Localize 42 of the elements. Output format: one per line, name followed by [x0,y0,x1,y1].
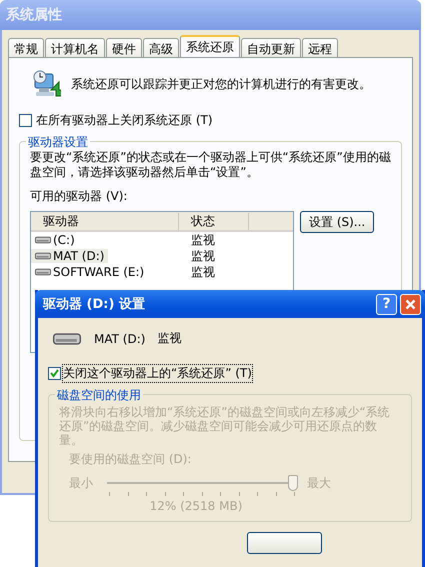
list-item[interactable]: SOFTWARE (E:) [31,265,148,279]
drive-name: MAT (D:) [94,332,146,346]
tab[interactable]: 自动更新 [241,38,301,57]
slider-label: 要使用的磁盘空间 (D): [69,451,192,468]
tab[interactable]: 硬件 [106,38,142,57]
slider-reading: 12% (2518 MB) [148,499,244,513]
settings-button[interactable]: 设置 (S)... [300,211,374,233]
drive-icon [52,332,82,346]
status-cell-text: 监视 [190,232,215,248]
description-text: 将滑块向右移以增加“系统还原”的磁盘空间或向左移减少“系统还原”的磁盘空间。减少磁盘空间可能会减少可用还原点的数量。 [59,405,391,447]
drive-icon [35,236,51,244]
checkbox[interactable] [48,367,61,380]
status-cell-text: 监视 [190,248,215,264]
dialog-title: 驱动器 (D:) 设置 [43,296,146,313]
list-item[interactable]: (C:) [31,233,79,247]
tab[interactable]: 计算机名 [45,38,105,57]
checkbox-label: 在所有驱动器上关闭系统还原 (T) [36,112,213,129]
column-header[interactable]: 状态 [179,212,249,230]
column-header[interactable]: 驱动器 [31,212,179,230]
drive-status: 监视 [157,330,182,347]
group-title: 磁盘空间的使用 [55,387,143,404]
checkbox[interactable] [19,114,32,127]
status-cell-text: 监视 [190,264,215,280]
close-icon [405,298,416,310]
drive-icon [35,268,51,276]
group-title: 驱动器设置 [26,134,90,151]
tab[interactable]: 常规 [8,38,44,57]
help-button[interactable]: ? [376,294,397,314]
drive-icon [35,252,51,260]
tab[interactable]: 系统还原 [180,35,240,57]
max-label: 最大 [307,474,331,492]
dialog-button[interactable] [247,532,322,554]
window-title: 系统属性 [6,6,62,24]
description-text: 要更改“系统还原”的状态或在一个驱动器上可供“系统还原”使用的磁盘空间，请选择该驱动器然后单击“设置”。 [30,150,391,180]
tab[interactable]: 高级 [143,38,179,57]
tab[interactable]: 远程 [302,38,338,57]
checkbox-label: 关闭这个驱动器上的“系统还原” (T) [63,365,252,382]
intro-text: 系统还原可以跟踪并更正对您的计算机进行的有害更改。 [71,76,371,92]
close-button[interactable] [400,294,421,314]
min-label: 最小 [69,474,93,492]
list-label: 可用的驱动器 (V): [30,188,128,205]
list-item[interactable]: MAT (D:) [31,249,108,263]
